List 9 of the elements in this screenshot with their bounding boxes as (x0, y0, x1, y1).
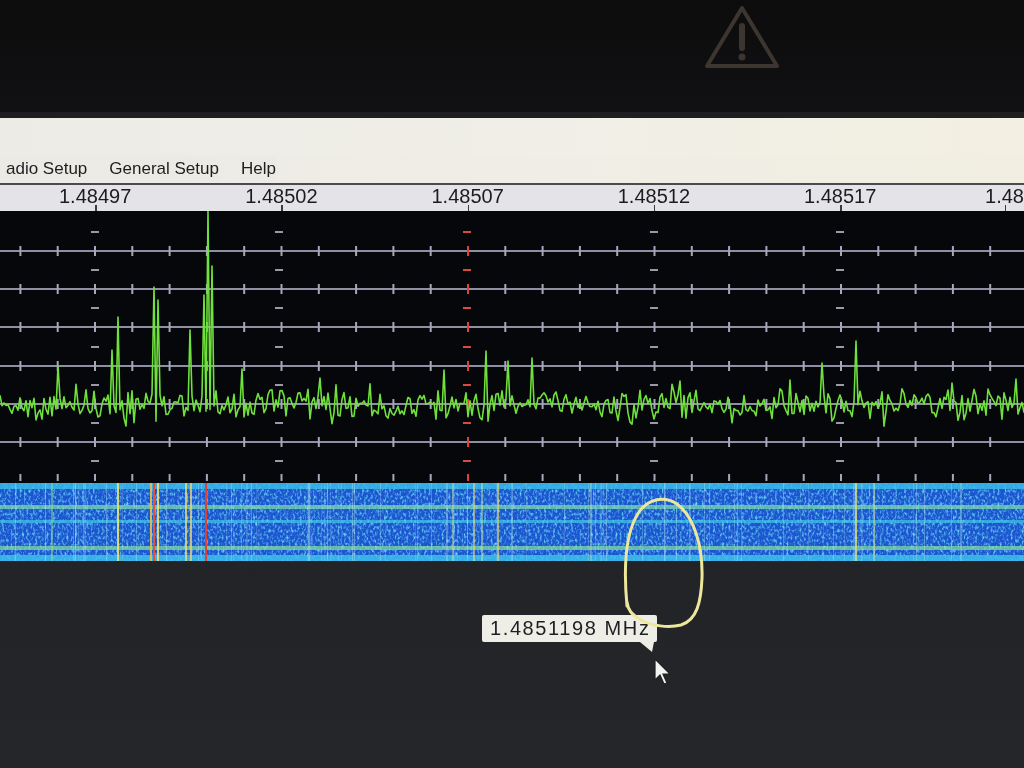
warning-icon (704, 4, 780, 70)
tooltip-pointer-icon (640, 642, 654, 652)
axis-label: 1.48497 (58, 186, 132, 211)
axis-label: 1.48507 (431, 186, 504, 211)
axis-label: 1.48502 (245, 186, 318, 211)
axis-label: 1.48 (985, 186, 1024, 211)
mouse-cursor-icon (654, 658, 672, 686)
axis-label: 1.48517 (803, 186, 877, 211)
axis-label: 1.48512 (617, 186, 690, 211)
